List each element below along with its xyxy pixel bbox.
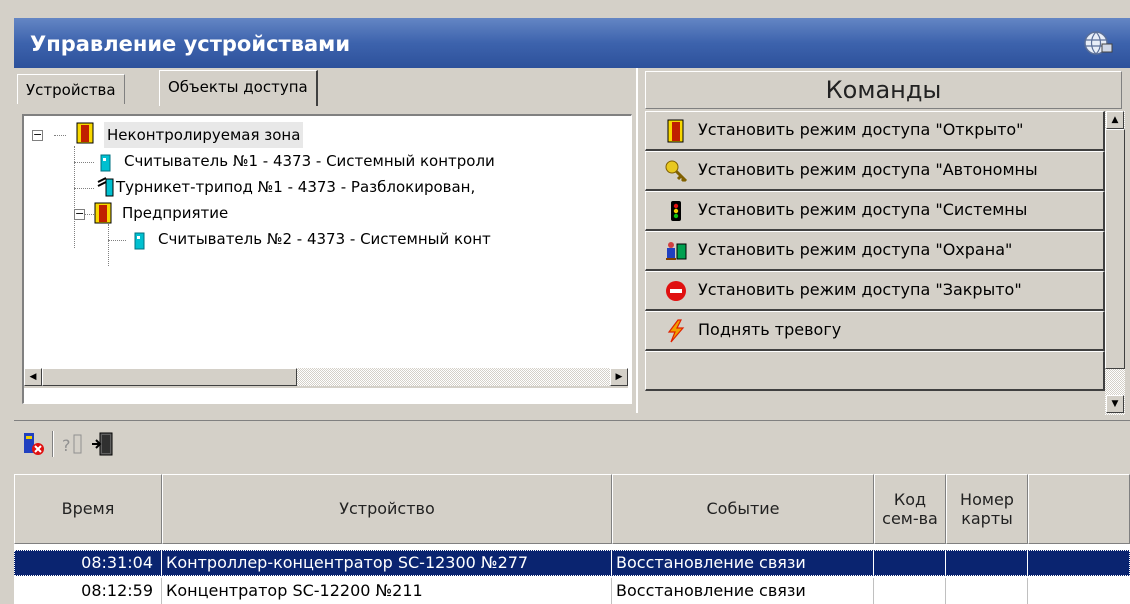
tree-horizontal-scrollbar[interactable]: ◀ ▶ (24, 368, 628, 388)
column-header-empty[interactable] (1028, 474, 1130, 544)
tree-connector (108, 240, 126, 241)
cell-device: Концентратор SC-12200 №211 (162, 578, 612, 604)
turnstile-icon (97, 177, 114, 197)
toolbar-separator (52, 431, 54, 457)
cmd-mode-autonomous-button[interactable]: Установить режим доступа "Автономны (645, 151, 1105, 191)
cell-family-code (874, 578, 946, 604)
tree-item-reader-1[interactable]: Считыватель №1 - 4373 - Системный контро… (124, 148, 495, 174)
commands-vertical-scrollbar[interactable]: ▲ ▼ (1105, 111, 1125, 415)
tree-item-uncontrolled-zone[interactable]: Неконтролируемая зона (104, 122, 304, 148)
reader-icon (100, 154, 111, 172)
reader-icon (134, 232, 145, 250)
cell-card-number (946, 578, 1028, 604)
door-icon (76, 122, 94, 144)
help-icon[interactable]: ? (60, 431, 84, 457)
cmd-raise-alarm-button[interactable]: Поднять тревогу (645, 311, 1105, 351)
exit-door-icon[interactable] (90, 431, 114, 457)
cell-family-code (874, 550, 946, 576)
key-icon (665, 160, 688, 183)
tree-connector (108, 224, 109, 266)
cmd-mode-open-button[interactable]: Установить режим доступа "Открыто" (645, 111, 1105, 151)
tab-devices[interactable]: Устройства (17, 74, 125, 104)
tree-item-reader-2[interactable]: Считыватель №2 - 4373 - Системный конт (158, 226, 491, 252)
tree-connector (54, 135, 66, 136)
clear-events-icon[interactable] (22, 431, 46, 457)
scroll-right-button[interactable]: ▶ (610, 368, 628, 386)
cell-card-number (946, 550, 1028, 576)
tree-expander[interactable]: − (74, 208, 85, 220)
commands-list: Установить режим доступа "Открыто" Устан… (645, 111, 1105, 415)
events-toolbar: ? (14, 420, 1130, 471)
tree-expander[interactable]: − (32, 129, 43, 141)
guard-icon (666, 242, 687, 260)
column-header-event[interactable]: Событие (612, 474, 874, 544)
cell-time: 08:12:59 (14, 578, 162, 604)
commands-header: Команды (645, 71, 1122, 109)
events-table: Время Устройство Событие Код сем-ва Номе… (14, 474, 1130, 604)
cell-event: Восстановление связи (612, 578, 874, 604)
cmd-label: Поднять тревогу (698, 320, 842, 339)
table-row[interactable]: 08:12:59 Концентратор SC-12200 №211 Восс… (14, 578, 1130, 604)
cmd-mode-system-button[interactable]: Установить режим доступа "Системны (645, 191, 1105, 231)
cmd-label: Установить режим доступа "Автономны (698, 160, 1038, 179)
traffic-light-icon (671, 201, 681, 221)
access-objects-panel: Устройства Объекты доступа − Неконтролир… (14, 68, 638, 413)
door-open-icon (667, 119, 684, 143)
column-header-time[interactable]: Время (14, 474, 162, 544)
lightning-icon (667, 319, 685, 343)
cmd-next-button[interactable] (645, 351, 1105, 391)
tree-connector (74, 188, 94, 189)
window-title: Управление устройствами (30, 32, 351, 56)
cmd-label: Установить режим доступа "Системны (698, 200, 1028, 219)
scroll-thumb[interactable] (1105, 129, 1125, 369)
column-header-device[interactable]: Устройство (162, 474, 612, 544)
cmd-mode-closed-button[interactable]: Установить режим доступа "Закрыто" (645, 271, 1105, 311)
access-objects-tree[interactable]: − Неконтролируемая зона Считыватель №1 -… (22, 114, 632, 404)
cmd-mode-guard-button[interactable]: Установить режим доступа "Охрана" (645, 231, 1105, 271)
cell-event: Восстановление связи (612, 550, 874, 576)
tab-access-objects[interactable]: Объекты доступа (159, 70, 318, 106)
cmd-label: Установить режим доступа "Охрана" (698, 240, 1013, 259)
scroll-up-button[interactable]: ▲ (1106, 111, 1124, 129)
cell-time: 08:31:04 (14, 550, 162, 576)
no-entry-icon (666, 281, 686, 301)
cmd-label: Установить режим доступа "Открыто" (698, 120, 1024, 139)
svg-text:?: ? (62, 436, 71, 455)
scroll-down-button[interactable]: ▼ (1106, 395, 1124, 413)
table-row[interactable]: 08:31:04 Контроллер-концентратор SC-1230… (14, 550, 1130, 576)
tree-item-turnstile-1[interactable]: Турникет-трипод №1 - 4373 - Разблокирова… (116, 174, 475, 200)
scroll-thumb[interactable] (42, 368, 297, 386)
scroll-left-button[interactable]: ◀ (24, 368, 42, 386)
cmd-label: Установить режим доступа "Закрыто" (698, 280, 1022, 299)
window-title-bar: Управление устройствами (14, 18, 1130, 68)
tree-item-enterprise[interactable]: Предприятие (122, 200, 228, 226)
door-icon (94, 202, 112, 224)
column-header-family-code[interactable]: Код сем-ва (874, 474, 946, 544)
network-globe-icon[interactable] (1082, 28, 1114, 58)
column-header-card-number[interactable]: Номер карты (946, 474, 1028, 544)
cell-device: Контроллер-концентратор SC-12300 №277 (162, 550, 612, 576)
tree-connector (74, 162, 94, 163)
